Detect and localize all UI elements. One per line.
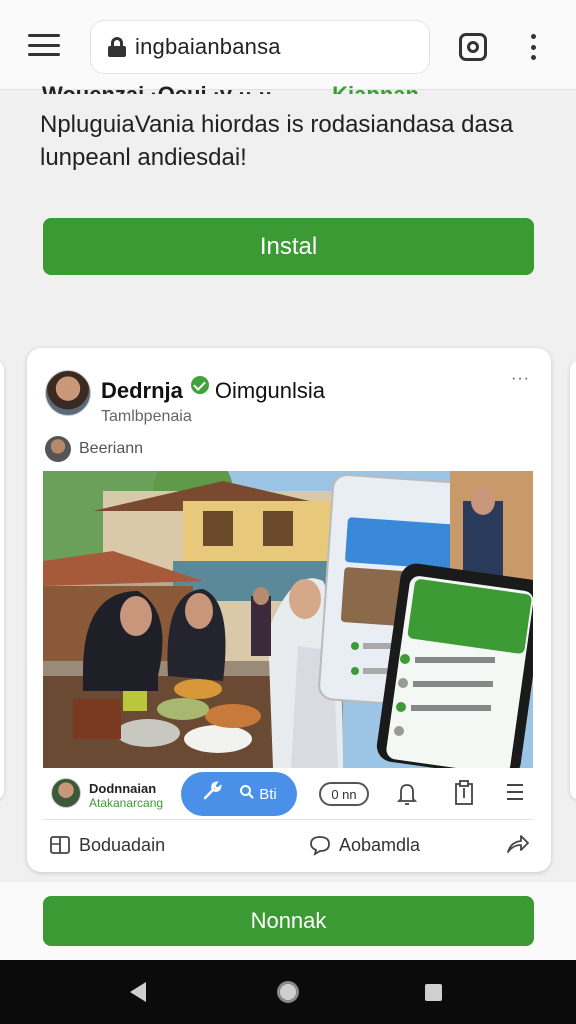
install-button[interactable]: Instal [43, 218, 534, 275]
url-text: ingbaianbansa [135, 34, 281, 59]
comment-action-label: Aobamdla [339, 834, 421, 855]
instagram-icon[interactable] [459, 33, 487, 61]
recent-apps-icon[interactable] [425, 984, 442, 1001]
verified-badge-icon [190, 376, 209, 394]
counter-chip[interactable]: 0 nn [319, 782, 369, 806]
share-icon[interactable] [505, 832, 531, 863]
author-name: Beeriann [79, 440, 144, 457]
tools-search-pill[interactable]: Bti [181, 772, 297, 816]
intro-description: NpluguiaVania hiordas is rodasiandasa da… [40, 111, 514, 171]
comment-icon [310, 836, 330, 856]
left-action[interactable]: Boduadain [49, 834, 165, 856]
post-author[interactable]: Beeriann [45, 436, 143, 462]
wrench-icon [201, 780, 223, 808]
post-more-icon[interactable]: ··· [511, 370, 530, 388]
author-avatar [45, 436, 71, 462]
search-icon [239, 784, 255, 805]
browser-toolbar: ingbaianbansa [0, 0, 576, 90]
bar-name: Dodnnaian [89, 781, 157, 796]
next-card-peek[interactable] [570, 360, 576, 800]
system-navigation-bar [0, 960, 576, 1024]
pill-label: Bti [259, 785, 277, 803]
bar-subtitle: Atakanarcang [89, 796, 164, 810]
menu-lines-icon[interactable] [507, 784, 523, 800]
cut-heading-accent: Kiapnan [332, 82, 419, 94]
previous-card-peek[interactable] [0, 360, 4, 800]
book-icon [50, 836, 70, 854]
clipboard-icon[interactable] [455, 780, 473, 806]
embedded-post-bar: Dodnnaian Atakanarcang Bti 0 nn [43, 768, 533, 820]
cut-off-heading: Wouenzai ·Oeui ‧y ‧‧ ‧‧ Kiapnan [42, 80, 502, 94]
left-action-label: Boduadain [79, 834, 166, 855]
page-name-primary: Dedrnja [101, 378, 183, 403]
back-icon[interactable] [130, 982, 146, 1002]
page-name[interactable]: Dedrnja Oimgunlsia [101, 376, 325, 404]
post-image[interactable] [43, 471, 533, 768]
card-actions: Boduadain Aobamdla [27, 820, 551, 872]
home-icon[interactable] [277, 981, 299, 1003]
page-subtitle: Tamlbpenaia [101, 408, 192, 425]
more-options-icon[interactable] [528, 34, 538, 60]
download-button[interactable]: Nonnak [43, 896, 534, 946]
page-avatar[interactable] [45, 370, 91, 416]
bell-icon[interactable] [396, 782, 418, 806]
comment-action[interactable]: Aobamdla [309, 834, 420, 856]
cut-heading-text: Wouenzai ·Oeui ‧y ‧‧ ‧‧ [42, 82, 272, 94]
address-bar[interactable]: ingbaianbansa [90, 20, 430, 74]
hamburger-menu-icon[interactable] [28, 34, 60, 56]
page-name-secondary: Oimgunlsia [214, 378, 325, 403]
lock-icon [107, 37, 127, 57]
post-card: Dedrnja Oimgunlsia Tamlbpenaia ··· Beeri… [27, 348, 551, 872]
bar-avatar[interactable] [51, 778, 81, 808]
